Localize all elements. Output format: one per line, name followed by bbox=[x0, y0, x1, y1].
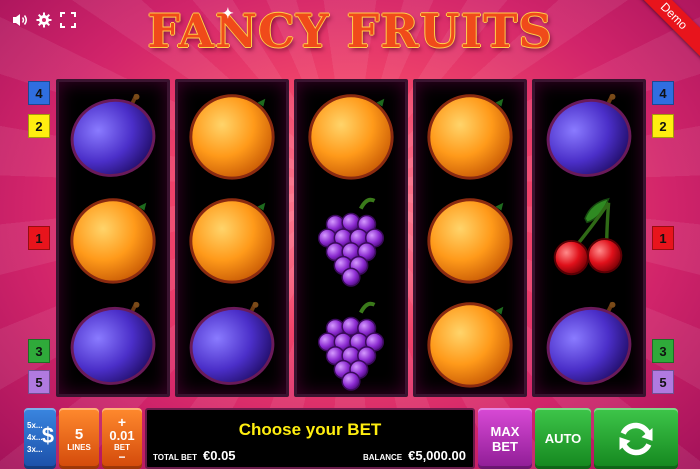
plum-icon bbox=[70, 93, 156, 177]
payline-marker-1[interactable]: 1 bbox=[652, 226, 674, 250]
bet-plus-button[interactable]: + bbox=[118, 415, 126, 429]
plum-icon bbox=[546, 93, 632, 177]
orange-icon bbox=[427, 302, 513, 388]
auto-label: AUTO bbox=[544, 431, 582, 446]
info-display: Choose your BET TOTAL BET €0.05 BALANCE … bbox=[145, 408, 475, 469]
paytable-button[interactable]: 5x... 4x... 3x... $ bbox=[24, 408, 56, 469]
game-title: FANCY FRUITS ✦ bbox=[0, 4, 700, 58]
grapes-icon bbox=[317, 197, 385, 287]
reel-symbol-grapes bbox=[297, 186, 405, 290]
reel-symbol-plum bbox=[59, 290, 167, 394]
spin-button[interactable] bbox=[594, 408, 678, 469]
reel-symbol-plum bbox=[59, 82, 167, 186]
control-bar: 5x... 4x... 3x... $ 5 LINES + 0.01 BET −… bbox=[22, 408, 678, 469]
total-bet-value: €0.05 bbox=[203, 448, 236, 463]
orange-icon bbox=[427, 94, 513, 180]
lines-button[interactable]: 5 LINES bbox=[59, 408, 99, 469]
cherries-icon bbox=[553, 197, 623, 276]
reel-1 bbox=[56, 79, 170, 397]
reel-symbol-plum bbox=[535, 290, 643, 394]
status-message: Choose your BET bbox=[238, 420, 382, 439]
bet-button[interactable]: + 0.01 BET − bbox=[102, 408, 142, 469]
payline-marker-2[interactable]: 2 bbox=[28, 114, 50, 138]
reel-2 bbox=[175, 79, 289, 397]
reel-symbol-cherries bbox=[535, 186, 643, 290]
bet-value: 0.01 bbox=[109, 427, 135, 443]
max-bet-label-line2: BET bbox=[492, 438, 518, 454]
paytable-multiplier: 3x... bbox=[27, 445, 43, 454]
game-title-text: FANCY FRUITS bbox=[147, 4, 553, 58]
plum-icon bbox=[70, 301, 156, 385]
grapes-icon bbox=[317, 301, 385, 391]
paytable-multiplier: 4x... bbox=[27, 433, 43, 442]
payline-marker-3[interactable]: 3 bbox=[652, 339, 674, 363]
reel-5 bbox=[532, 79, 646, 397]
plum-icon bbox=[546, 301, 632, 385]
total-bet-label: TOTAL BET bbox=[153, 453, 197, 462]
orange-icon bbox=[189, 94, 275, 180]
balance-label: BALANCE bbox=[363, 453, 403, 462]
lines-value: 5 bbox=[74, 425, 84, 443]
reel-symbol-orange bbox=[297, 82, 405, 186]
reel-symbol-plum bbox=[178, 290, 286, 394]
payline-marker-4[interactable]: 4 bbox=[28, 81, 50, 105]
payline-marker-2[interactable]: 2 bbox=[652, 114, 674, 138]
payline-marker-4[interactable]: 4 bbox=[652, 81, 674, 105]
payline-marker-5[interactable]: 5 bbox=[652, 370, 674, 394]
orange-icon bbox=[427, 198, 513, 284]
reel-symbol-orange bbox=[416, 82, 524, 186]
lines-label: LINES bbox=[67, 442, 91, 452]
spin-arrows-icon bbox=[619, 422, 653, 455]
orange-icon bbox=[70, 198, 156, 284]
orange-icon bbox=[189, 198, 275, 284]
auto-button[interactable]: AUTO bbox=[535, 408, 591, 469]
max-bet-button[interactable]: MAX BET bbox=[478, 408, 532, 469]
dollar-icon: $ bbox=[41, 423, 54, 448]
reel-symbol-orange bbox=[416, 290, 524, 394]
sparkle-icon: ✦ bbox=[222, 6, 235, 22]
reel-symbol-orange bbox=[178, 82, 286, 186]
reel-3 bbox=[294, 79, 408, 397]
balance-value: €5,000.00 bbox=[408, 448, 466, 463]
bet-minus-button[interactable]: − bbox=[118, 451, 125, 463]
reel-4 bbox=[413, 79, 527, 397]
reel-symbol-grapes bbox=[297, 290, 405, 394]
reel-symbol-orange bbox=[59, 186, 167, 290]
payline-marker-3[interactable]: 3 bbox=[28, 339, 50, 363]
paytable-multiplier: 5x... bbox=[27, 421, 43, 430]
plum-icon bbox=[189, 301, 275, 385]
payline-marker-1[interactable]: 1 bbox=[28, 226, 50, 250]
reel-symbol-orange bbox=[416, 186, 524, 290]
payline-marker-5[interactable]: 5 bbox=[28, 370, 50, 394]
orange-icon bbox=[308, 94, 394, 180]
reel-symbol-plum bbox=[535, 82, 643, 186]
max-bet-label-line1: MAX bbox=[490, 423, 520, 439]
reel-symbol-orange bbox=[178, 186, 286, 290]
